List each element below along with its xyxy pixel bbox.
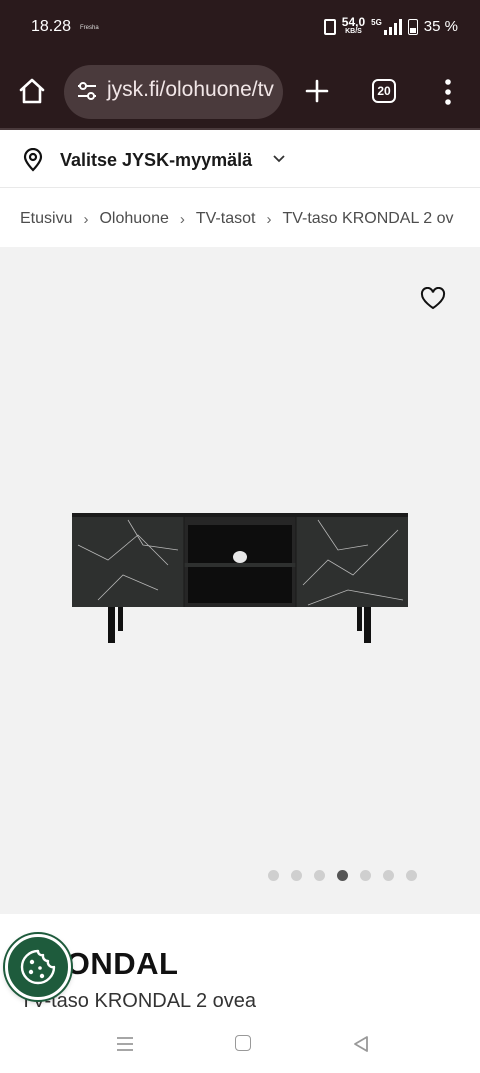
gallery-dot-active[interactable] (337, 870, 348, 881)
gallery-dot[interactable] (383, 870, 394, 881)
back-icon[interactable] (352, 1035, 370, 1053)
browser-toolbar: jysk.fi/olohuone/tv 20 (0, 56, 480, 130)
recent-apps-icon[interactable] (116, 1036, 134, 1052)
gallery-dot[interactable] (268, 870, 279, 881)
breadcrumb-separator: › (266, 210, 272, 228)
network-type: 5G (371, 18, 382, 27)
tabs-icon[interactable]: 20 (372, 79, 396, 103)
product-image-gallery[interactable] (0, 247, 480, 914)
cookie-icon (20, 949, 56, 985)
heart-outline-icon[interactable] (420, 287, 446, 311)
system-navigation-bar (0, 1018, 480, 1073)
breadcrumb-item-etusivu[interactable]: Etusivu (20, 210, 72, 228)
status-bar: 18.28 Fresha 54,0 KB/S 5G 35 % (0, 0, 480, 56)
network-speed: 54,0 KB/S (341, 15, 366, 36)
home-circle-icon[interactable] (235, 1035, 251, 1051)
more-vert-icon[interactable] (440, 78, 456, 106)
home-icon[interactable] (17, 76, 47, 106)
network-speed-value: 54,0 (341, 15, 366, 29)
breadcrumb-item-tv-tasot[interactable]: TV-tasot (196, 210, 256, 228)
status-app-label: Fresha (80, 25, 99, 31)
gallery-dot[interactable] (291, 870, 302, 881)
vibrate-icon (323, 18, 336, 35)
address-bar[interactable]: jysk.fi/olohuone/tv (64, 65, 283, 119)
gallery-dot[interactable] (360, 870, 371, 881)
gallery-dot[interactable] (314, 870, 325, 881)
location-pin-icon (23, 148, 43, 172)
battery-percent: 35 % (423, 18, 458, 35)
site-settings-icon[interactable] (76, 80, 98, 102)
chevron-down-icon[interactable] (272, 154, 286, 164)
breadcrumb-separator: › (83, 210, 89, 228)
product-image (72, 513, 408, 643)
battery-icon (407, 18, 418, 35)
store-selector-label[interactable]: Valitse JYSK-myymälä (60, 150, 252, 171)
cookie-settings-button[interactable] (5, 934, 71, 1000)
breadcrumb-item-olohuone[interactable]: Olohuone (99, 210, 168, 228)
status-time: 18.28 (31, 18, 72, 35)
gallery-dot[interactable] (406, 870, 417, 881)
gallery-pagination (268, 870, 417, 881)
breadcrumb-item-current: TV-taso KRONDAL 2 ov (282, 210, 454, 227)
status-icons: 54,0 KB/S 5G 35 % (323, 15, 458, 36)
breadcrumb-separator: › (179, 210, 185, 228)
plus-icon[interactable] (305, 79, 329, 103)
network-speed-unit: KB/S (345, 28, 362, 35)
breadcrumb: Etusivu › Olohuone › TV-tasot › TV-taso … (20, 209, 480, 229)
signal-icon (383, 18, 402, 35)
url-text[interactable]: jysk.fi/olohuone/tv (107, 78, 274, 102)
store-selector[interactable]: Valitse JYSK-myymälä (0, 130, 480, 188)
